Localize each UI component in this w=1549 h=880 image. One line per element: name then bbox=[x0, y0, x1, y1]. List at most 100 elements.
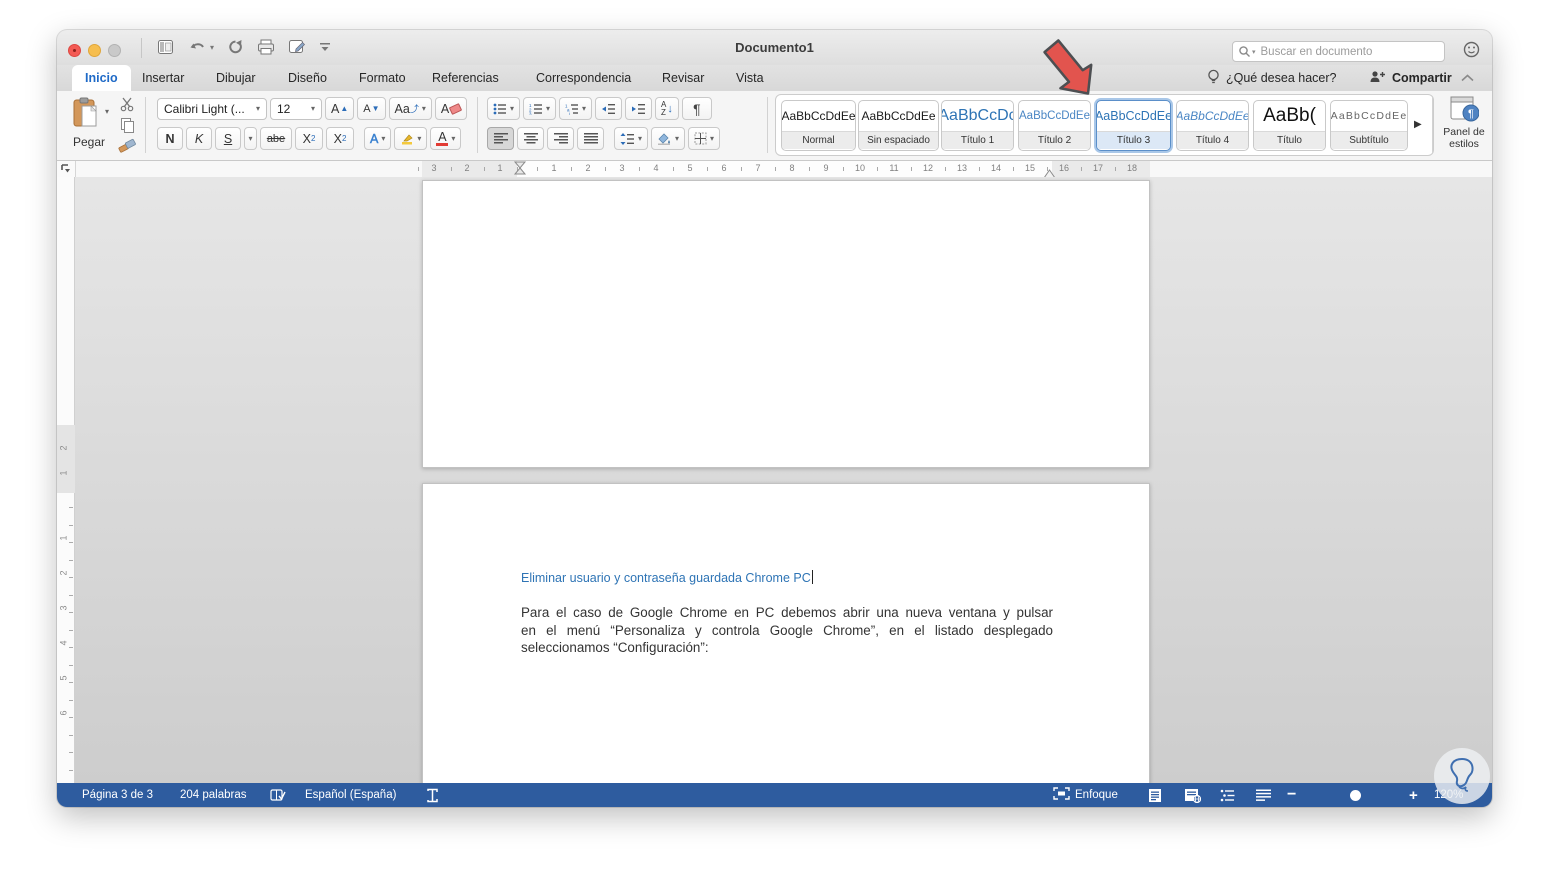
web-layout-icon[interactable] bbox=[1184, 783, 1201, 807]
underline-button[interactable]: S bbox=[215, 127, 241, 150]
align-left-button[interactable] bbox=[487, 127, 514, 150]
document-canvas[interactable]: Eliminar usuario y contraseña guardada C… bbox=[57, 177, 1492, 783]
zoom-in-icon[interactable]: + bbox=[1409, 783, 1418, 807]
document-paragraph[interactable]: Para el caso de Google Chrome en PC debe… bbox=[521, 604, 1053, 657]
cut-icon[interactable] bbox=[119, 96, 135, 117]
subscript-button[interactable]: X2 bbox=[295, 127, 323, 150]
minimize-window-button[interactable] bbox=[88, 44, 101, 57]
toolbar-more-icon[interactable] bbox=[319, 37, 331, 57]
svg-text:i: i bbox=[569, 111, 570, 115]
tab-insertar[interactable]: Insertar bbox=[129, 65, 197, 91]
highlight-button[interactable]: ▾ bbox=[394, 127, 428, 150]
zoom-out-icon[interactable]: − bbox=[1287, 783, 1296, 807]
font-name-select[interactable]: Calibri Light (... ▾ bbox=[157, 97, 267, 120]
document-page-2-bottom[interactable] bbox=[422, 180, 1150, 468]
tab-revisar[interactable]: Revisar bbox=[649, 65, 717, 91]
style-chip-normal[interactable]: AaBbCcDdEe Normal bbox=[781, 100, 856, 151]
style-chip-subtitulo[interactable]: AaBbCcDdEe Subtítulo bbox=[1330, 100, 1408, 151]
tab-diseno[interactable]: Diseño bbox=[275, 65, 340, 91]
document-search-box[interactable]: ▾ bbox=[1232, 41, 1445, 62]
text-effects-button[interactable]: A ▾ bbox=[364, 127, 392, 150]
macro-icon[interactable] bbox=[425, 783, 440, 807]
zoom-window-button[interactable] bbox=[108, 44, 121, 57]
zoom-level[interactable]: 120% bbox=[1434, 783, 1463, 807]
share-label: Compartir bbox=[1392, 71, 1452, 85]
tab-vista[interactable]: Vista bbox=[723, 65, 777, 91]
style-chip-titulo-3[interactable]: AaBbCcDdEe Título 3 bbox=[1096, 100, 1171, 151]
gallery-more-icon[interactable]: ▶ bbox=[1414, 119, 1422, 130]
justify-icon bbox=[583, 133, 598, 144]
save-icon[interactable] bbox=[157, 37, 174, 57]
increase-indent-button[interactable] bbox=[625, 97, 653, 120]
multilevel-list-button[interactable]: 1 a i ▾ bbox=[559, 97, 593, 120]
tab-correspondencia[interactable]: Correspondencia bbox=[523, 65, 644, 91]
word-count[interactable]: 204 palabras bbox=[180, 783, 247, 807]
share-button[interactable]: Compartir bbox=[1369, 65, 1452, 91]
redo-icon[interactable] bbox=[227, 37, 244, 57]
sort-button[interactable]: A Z ↓ bbox=[655, 97, 679, 120]
bullets-button[interactable]: ▾ bbox=[487, 97, 521, 120]
tab-dibujar[interactable]: Dibujar bbox=[203, 65, 269, 91]
paste-dropdown-icon[interactable]: ▾ bbox=[105, 107, 109, 116]
font-size-select[interactable]: 12 ▾ bbox=[270, 97, 322, 120]
focus-button[interactable]: Enfoque bbox=[1053, 783, 1118, 807]
shading-button[interactable]: ▾ bbox=[651, 127, 686, 150]
style-chip-titulo[interactable]: AaBb( Título bbox=[1253, 100, 1326, 151]
draft-view-icon[interactable] bbox=[1256, 783, 1272, 807]
outline-view-icon[interactable] bbox=[1220, 783, 1236, 807]
copy-icon[interactable] bbox=[120, 117, 135, 138]
style-chip-titulo-4[interactable]: AaBbCcDdEe Título 4 bbox=[1176, 100, 1249, 151]
style-chip-sin-espaciado[interactable]: AaBbCcDdEe Sin espaciado bbox=[858, 100, 939, 151]
horizontal-ruler[interactable]: 3 2 1 1 2 3 4 5 6 7 8 9 10 11 12 13 14 15 16 17 18 bbox=[57, 161, 1492, 187]
align-center-button[interactable] bbox=[517, 127, 544, 150]
tab-formato[interactable]: Formato bbox=[346, 65, 419, 91]
search-scope-chevron-icon[interactable]: ▾ bbox=[1252, 48, 1256, 56]
paste-button[interactable] bbox=[71, 97, 101, 134]
superscript-button[interactable]: X2 bbox=[326, 127, 354, 150]
pilcrow-button[interactable]: ¶ bbox=[681, 97, 712, 120]
word-window: ▾ Documento1 ▾ Inicio Insertar Dibujar bbox=[57, 30, 1492, 807]
close-window-button[interactable] bbox=[68, 44, 81, 57]
decrease-indent-button[interactable] bbox=[595, 97, 623, 120]
underline-dropdown-icon[interactable]: ▾ bbox=[244, 127, 257, 150]
smiley-feedback-icon[interactable] bbox=[1463, 39, 1480, 59]
grow-font-button[interactable]: A ▲ bbox=[325, 97, 355, 120]
line-spacing-button[interactable]: ▾ bbox=[614, 127, 649, 150]
numbering-button[interactable]: 1 2 3 ▾ bbox=[523, 97, 557, 120]
document-page-3[interactable]: Eliminar usuario y contraseña guardada C… bbox=[422, 483, 1150, 783]
format-painter-icon[interactable] bbox=[118, 137, 136, 158]
align-center-icon bbox=[523, 133, 538, 144]
font-color-button[interactable]: A ▾ bbox=[430, 127, 462, 150]
vertical-ruler[interactable]: 21123456 bbox=[57, 177, 75, 788]
collapse-ribbon-icon[interactable] bbox=[1461, 65, 1474, 91]
document-heading[interactable]: Eliminar usuario y contraseña guardada C… bbox=[521, 570, 813, 585]
bold-button[interactable]: N bbox=[157, 127, 183, 150]
tell-me-button[interactable]: ¿Qué desea hacer? bbox=[1207, 65, 1337, 91]
shrink-font-button[interactable]: A ▼ bbox=[357, 97, 386, 120]
print-icon[interactable] bbox=[257, 37, 275, 57]
align-right-button[interactable] bbox=[547, 127, 574, 150]
text-cursor bbox=[811, 570, 813, 584]
group-divider bbox=[477, 97, 478, 153]
page-indicator[interactable]: Página 3 de 3 bbox=[82, 783, 153, 807]
clear-formatting-button[interactable]: A bbox=[434, 97, 468, 120]
change-case-button[interactable]: Aa ⤴ ▾ bbox=[388, 97, 432, 120]
italic-button[interactable]: K bbox=[186, 127, 212, 150]
tab-inicio[interactable]: Inicio bbox=[72, 65, 131, 91]
styles-panel-button[interactable]: ¶ Panel de estilos bbox=[1438, 95, 1490, 155]
strikethrough-button[interactable]: abe bbox=[260, 127, 292, 150]
print-layout-icon[interactable] bbox=[1147, 783, 1163, 807]
edit-document-icon[interactable] bbox=[288, 37, 306, 57]
undo-icon[interactable] bbox=[189, 37, 207, 57]
style-chip-titulo-1[interactable]: AaBbCcDc Título 1 bbox=[941, 100, 1014, 151]
language-indicator[interactable]: Español (España) bbox=[305, 783, 396, 807]
style-chip-titulo-2[interactable]: AaBbCcDdEe Título 2 bbox=[1018, 100, 1091, 151]
zoom-slider[interactable] bbox=[1350, 783, 1361, 807]
search-input[interactable] bbox=[1258, 44, 1439, 59]
undo-dropdown-icon[interactable]: ▾ bbox=[210, 37, 214, 57]
justify-button[interactable] bbox=[577, 127, 604, 150]
borders-button[interactable]: ▾ bbox=[688, 127, 721, 150]
tab-selector-icon[interactable] bbox=[57, 161, 76, 178]
tab-referencias[interactable]: Referencias bbox=[419, 65, 512, 91]
proofing-icon[interactable] bbox=[270, 783, 286, 807]
